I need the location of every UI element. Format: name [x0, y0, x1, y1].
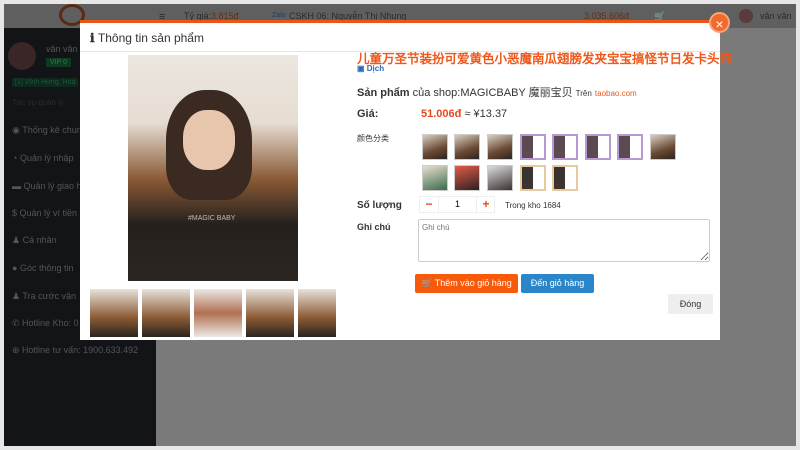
sidebar-item-personal[interactable]: ♟ Cá nhân	[12, 235, 57, 246]
sidebar-item-wallet[interactable]: $ Quản lý ví tiền	[12, 208, 77, 218]
thumbnail[interactable]	[246, 289, 294, 337]
product-info-modal: ℹ Thông tin sản phẩm #MAGIC BABY 儿童万圣节装扮…	[80, 20, 733, 340]
thumbnail[interactable]	[90, 289, 138, 337]
cart-icon: 🛒	[421, 278, 435, 288]
translate-link[interactable]: ▣ Dịch	[357, 64, 384, 73]
product-main-image: #MAGIC BABY	[128, 55, 298, 281]
info-icon: ℹ	[90, 31, 98, 45]
note-label: Ghi chú	[357, 222, 391, 232]
price: 51.006đ ≈ ¥13.37	[421, 108, 508, 120]
shop-info: Sản phẩm của shop:MAGICBABY 魔丽宝贝 Trên ta…	[357, 87, 637, 99]
image-watermark: #MAGIC BABY	[188, 215, 236, 222]
quantity-stepper: − 1 +	[419, 196, 495, 213]
color-option[interactable]	[552, 134, 578, 160]
color-option[interactable]	[520, 165, 546, 191]
quantity-input[interactable]: 1	[438, 197, 477, 212]
quantity-plus-button[interactable]: +	[477, 197, 495, 212]
color-option[interactable]	[520, 134, 546, 160]
vip-badge: VIP 0	[46, 58, 71, 67]
thumbnail[interactable]	[298, 289, 336, 337]
go-to-cart-button[interactable]: Đến giỏ hàng	[521, 274, 594, 293]
stock-text: Trong kho 1684	[505, 201, 561, 210]
clock-icon: ◔	[12, 153, 20, 163]
user-icon: ♟	[12, 235, 23, 245]
sidebar-item-shipping-lookup[interactable]: ♟ Tra cước vận	[12, 291, 76, 302]
color-option[interactable]	[617, 134, 643, 160]
dashboard-icon: ◉	[12, 125, 23, 135]
color-option[interactable]	[454, 134, 480, 160]
color-option[interactable]	[552, 165, 578, 191]
thumbnail[interactable]	[142, 289, 190, 337]
sidebar-username: vân vân	[46, 44, 78, 54]
sidebar-item-dashboard[interactable]: ◉ Thống kê chung	[12, 125, 87, 136]
info-icon: ●	[12, 263, 20, 273]
color-option[interactable]	[487, 165, 513, 191]
color-option[interactable]	[650, 134, 676, 160]
dollar-icon: $	[12, 208, 20, 218]
sidebar-item-delivery[interactable]: ▬ Quản lý giao h	[12, 181, 82, 191]
phone-icon: ✆	[12, 318, 23, 328]
translate-icon: ▣	[357, 64, 367, 73]
color-label: 颜色分类	[357, 134, 389, 143]
color-option[interactable]	[454, 165, 480, 191]
product-title: 儿童万圣节装扮可爱黄色小恶魔南瓜翅膀发夹宝宝搞怪节日发卡头饰	[357, 52, 733, 66]
image-face	[183, 110, 235, 170]
color-option[interactable]	[585, 134, 611, 160]
platform-link[interactable]: taobao.com	[595, 89, 637, 98]
sidebar-item-hotline-advice[interactable]: ⊕ Hotline tư vấn: 1900.633.492	[12, 345, 138, 356]
username[interactable]: vân vân	[760, 11, 792, 21]
note-textarea[interactable]	[418, 219, 710, 262]
modal-close-icon[interactable]: ×	[709, 12, 730, 33]
globe-icon: ⊕	[12, 345, 23, 355]
color-option[interactable]	[487, 134, 513, 160]
color-option[interactable]	[422, 134, 448, 160]
warehouse-selector[interactable]: [1] Vĩnh Hưng, Hoà	[12, 78, 79, 87]
sidebar-item-import[interactable]: ◔ Quản lý nhập	[12, 153, 73, 163]
close-button[interactable]: Đóng	[668, 294, 713, 314]
truck-icon: ▬	[12, 181, 24, 191]
thumbnail[interactable]	[194, 289, 242, 337]
sidebar-item-info[interactable]: ● Góc thông tin	[12, 263, 73, 273]
search-user-icon: ♟	[12, 291, 23, 301]
price-label: Giá:	[357, 108, 379, 120]
modal-title: Thông tin sản phẩm	[97, 31, 204, 45]
color-option[interactable]	[422, 165, 448, 191]
avatar[interactable]	[739, 9, 753, 23]
quantity-minus-button[interactable]: −	[420, 197, 438, 212]
sidebar-item-hotline-warehouse[interactable]: ✆ Hotline Kho: 0	[12, 318, 79, 329]
user-avatar	[8, 42, 36, 70]
add-to-cart-button[interactable]: 🛒 Thêm vào giỏ hàng	[415, 274, 518, 293]
zalo-icon: Zalo	[272, 12, 286, 19]
app-window: ≡ Tỷ giá: 3.815đ Zalo CSKH 06: Nguyễn Th…	[4, 4, 796, 446]
sidebar-section-title: Tác vụ quản lý	[12, 98, 65, 107]
quantity-label: Số lượng	[357, 200, 402, 211]
